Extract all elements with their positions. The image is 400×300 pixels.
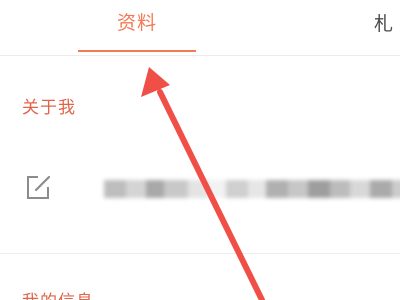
my-info-heading: 我的信息 (22, 287, 94, 300)
tab-bar: 资料 札 (0, 0, 400, 56)
tab-second[interactable]: 札 (374, 0, 400, 52)
tab-bar-divider (0, 55, 400, 56)
tab-second-label: 札 (374, 13, 394, 35)
tab-profile-label: 资料 (116, 12, 157, 34)
tab-profile[interactable]: 资料 (78, 0, 196, 52)
bio-row[interactable] (0, 150, 400, 222)
about-me-heading: 关于我 (22, 98, 76, 118)
bio-text-redacted (104, 180, 400, 198)
section-divider (0, 253, 400, 254)
tab-active-indicator (78, 50, 196, 52)
profile-screen: 资料 札 关于我 (0, 0, 400, 300)
edit-icon[interactable] (24, 174, 52, 202)
